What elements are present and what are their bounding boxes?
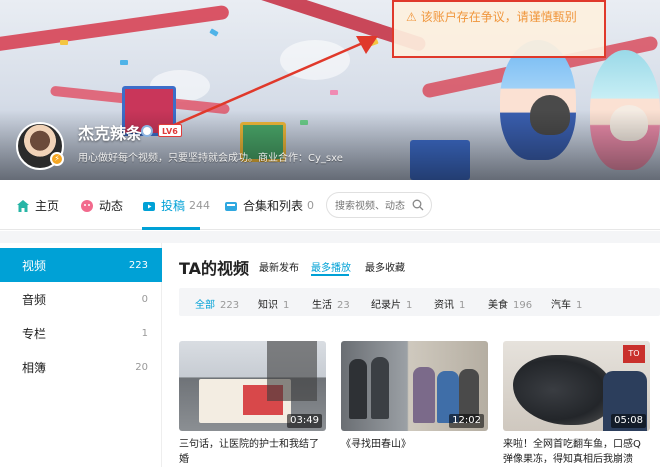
tab-dynamic[interactable]: 动态 [80, 197, 123, 214]
section-gap [0, 231, 660, 243]
filter-knowledge[interactable]: 知识 1 [258, 296, 289, 311]
person-silhouette [349, 359, 367, 419]
level-badge: LV6 [158, 124, 182, 137]
video-thumbnail[interactable]: TO 05:08 [503, 341, 650, 431]
warning-icon: ⚠ [406, 10, 417, 24]
video-duration: 12:02 [449, 414, 484, 428]
person-silhouette [371, 357, 389, 419]
warning-text: ⚠ 该账户存在争议，请谨慎甄别 [406, 10, 577, 24]
video-title[interactable]: 来啦！全网首吃翻车鱼，口感Q弹像果冻，得知真相后我崩溃了！ [503, 437, 650, 467]
tab-home[interactable]: 主页 [16, 197, 59, 214]
person-silhouette [413, 367, 435, 423]
sidebar-item-video[interactable]: 视频 223 [0, 248, 162, 282]
tab-uploads[interactable]: 投稿 244 [142, 197, 210, 214]
filter-food[interactable]: 美食 196 [488, 296, 532, 311]
channel-logo: TO [623, 345, 645, 363]
sunfish-image [513, 355, 613, 425]
sort-most-played[interactable]: 最多播放 [311, 259, 351, 274]
video-icon [143, 201, 155, 211]
section-title: TA的视频 [179, 259, 250, 278]
search-icon[interactable] [412, 199, 424, 211]
sidebar-item-article[interactable]: 专栏 1 [0, 316, 162, 350]
home-icon [17, 199, 29, 212]
space-nav: 主页 动态 投稿 244 合集和列表 0 [0, 180, 660, 230]
video-card[interactable]: TO 05:08 来啦！全网首吃翻车鱼，口感Q弹像果冻，得知真相后我崩溃了！ [503, 341, 650, 467]
video-title[interactable]: 三句话，让医院的护士和我结了婚 [179, 437, 326, 467]
filter-documentary[interactable]: 纪录片 1 [371, 296, 412, 311]
sort-latest[interactable]: 最新发布 [259, 259, 299, 274]
avatar-verify-icon: ⚡ [50, 152, 64, 166]
filter-all[interactable]: 全部 223 [195, 296, 239, 311]
collection-icon [225, 201, 237, 211]
filter-car[interactable]: 汽车 1 [551, 296, 582, 311]
space-search[interactable] [326, 192, 432, 218]
filter-news[interactable]: 资讯 1 [434, 296, 465, 311]
search-input[interactable] [335, 198, 411, 214]
sidebar-item-album[interactable]: 相簿 20 [0, 350, 162, 384]
person-silhouette [267, 341, 317, 401]
category-filter-bar: 全部 223 知识 1 生活 23 纪录片 1 资讯 1 美食 196 汽车 1 [179, 288, 660, 316]
gender-icon [141, 125, 153, 137]
video-list-panel: TA的视频 最新发布 最多播放 最多收藏 全部 223 知识 1 生活 23 纪录片 1… [163, 243, 660, 467]
tab-collections[interactable]: 合集和列表 0 [224, 197, 314, 214]
video-thumbnail[interactable]: 03:49 [179, 341, 326, 431]
user-signature: 用心做好每个视频，只要坚持就会成功。商业合作：Cy_sxe [78, 153, 343, 164]
annotation-arrow [157, 36, 378, 134]
video-title[interactable]: 《寻找田春山》 [341, 437, 488, 467]
video-card[interactable]: 03:49 三句话，让医院的护士和我结了婚 [179, 341, 326, 467]
confetti [60, 40, 68, 45]
sidebar-item-audio[interactable]: 音频 0 [0, 282, 162, 316]
filter-life[interactable]: 生活 23 [312, 296, 350, 311]
video-card[interactable]: 12:02 《寻找田春山》 [341, 341, 488, 467]
username[interactable]: 杰克辣条 [78, 120, 142, 144]
sort-active-indicator [311, 274, 349, 276]
video-duration: 05:08 [611, 414, 646, 428]
video-duration: 03:49 [287, 414, 322, 428]
video-thumbnail[interactable]: 12:02 [341, 341, 488, 431]
dispute-warning: ⚠ 该账户存在争议，请谨慎甄别 [392, 0, 606, 58]
content-sidebar: 视频 223 音频 0 专栏 1 相簿 20 [0, 243, 162, 467]
sort-most-favorited[interactable]: 最多收藏 [365, 259, 405, 274]
active-tab-indicator [142, 227, 200, 230]
dynamic-icon [81, 199, 93, 212]
confetti [120, 60, 128, 65]
